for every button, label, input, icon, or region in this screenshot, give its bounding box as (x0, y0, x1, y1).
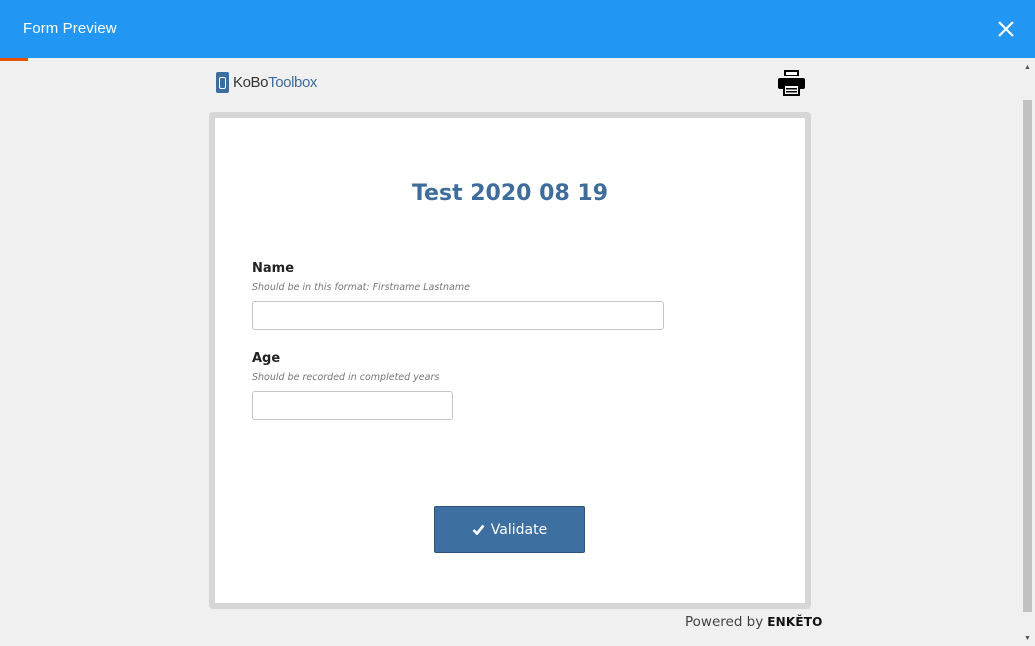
form-card: Test 2020 08 19 Name Should be in this f… (215, 118, 805, 603)
close-icon (998, 21, 1014, 37)
form-title: Test 2020 08 19 (411, 181, 609, 206)
close-button[interactable] (995, 18, 1017, 40)
loading-progress-indicator (0, 58, 28, 61)
logo-text-toolbox: Toolbox (268, 74, 318, 91)
age-input[interactable] (252, 391, 453, 420)
modal-title: Form Preview (23, 20, 117, 37)
question-hint-name: Should be in this format: Firstname Last… (252, 282, 470, 293)
scroll-up-arrow-icon[interactable]: ▲ (1020, 60, 1035, 75)
validate-button-label: Validate (490, 521, 548, 538)
question-label-age: Age (252, 351, 281, 366)
kobo-logo-icon (216, 72, 229, 93)
modal-header: Form Preview (0, 0, 1035, 58)
validate-button[interactable]: Validate (434, 506, 585, 553)
scrollbar-thumb[interactable] (1023, 100, 1032, 612)
scroll-down-arrow-icon[interactable]: ▼ (1020, 631, 1035, 646)
printer-icon (778, 70, 805, 96)
kobotoolbox-logo: KoBoToolbox (216, 72, 317, 93)
enketo-logo-text: ENKĚTO (767, 615, 823, 629)
logo-text-kobo: KoBo (233, 74, 269, 91)
powered-by-enketo: Powered by ENKĚTO (685, 614, 823, 630)
name-input[interactable] (252, 301, 664, 330)
question-hint-age: Should be recorded in completed years (252, 372, 440, 383)
vertical-scrollbar[interactable]: ▲ ▼ (1020, 58, 1035, 646)
question-label-name: Name (252, 261, 295, 276)
powered-by-text: Powered by (685, 614, 764, 630)
check-icon (472, 524, 485, 535)
print-button[interactable] (777, 69, 806, 97)
